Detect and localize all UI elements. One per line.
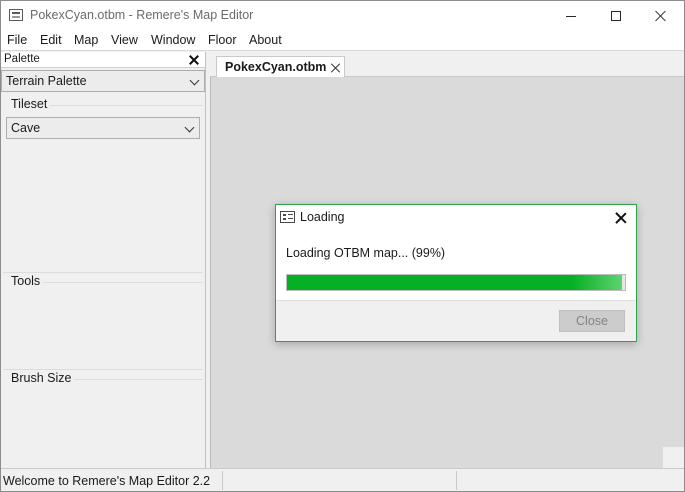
status-bar: Welcome to Remere's Map Editor 2.2 bbox=[1, 468, 684, 491]
menu-floor[interactable]: Floor bbox=[208, 33, 236, 47]
close-window-button[interactable] bbox=[638, 1, 684, 31]
brush-size-divider bbox=[3, 369, 203, 370]
map-tab-bar: PokexCyan.otbm bbox=[210, 52, 684, 77]
minimize-button[interactable] bbox=[548, 1, 594, 31]
close-button[interactable]: Close bbox=[559, 310, 625, 332]
progress-bar bbox=[286, 274, 626, 291]
palette-title: Palette bbox=[4, 53, 40, 65]
menu-about[interactable]: About bbox=[249, 33, 282, 47]
loading-dialog: Loading Loading OTBM map... (99%) Close bbox=[275, 204, 637, 342]
tileset-group-line bbox=[47, 105, 203, 106]
dialog-footer: Close bbox=[276, 300, 636, 341]
menu-view[interactable]: View bbox=[111, 33, 138, 47]
status-separator bbox=[222, 471, 223, 490]
tools-divider bbox=[3, 272, 203, 273]
progress-fill bbox=[287, 275, 622, 290]
status-text: Welcome to Remere's Map Editor 2.2 bbox=[3, 474, 211, 488]
tools-label: Tools bbox=[11, 274, 44, 288]
chevron-down-icon bbox=[184, 122, 195, 133]
brush-size-label: Brush Size bbox=[11, 371, 75, 385]
tools-group-line bbox=[41, 282, 203, 283]
chevron-down-icon bbox=[189, 75, 200, 86]
tileset-select[interactable]: Cave bbox=[6, 117, 200, 139]
status-separator bbox=[456, 471, 457, 490]
app-icon bbox=[9, 9, 23, 21]
palette-header: Palette bbox=[1, 52, 205, 68]
tab-pokexcyan[interactable]: PokexCyan.otbm bbox=[216, 56, 345, 77]
title-bar: PokexCyan.otbm - Remere's Map Editor bbox=[1, 1, 684, 31]
menu-map[interactable]: Map bbox=[74, 33, 98, 47]
menu-file[interactable]: File bbox=[7, 33, 27, 47]
brush-size-group-line bbox=[67, 379, 203, 380]
palette-close-icon[interactable] bbox=[189, 55, 199, 65]
palette-type-value: Terrain Palette bbox=[6, 74, 87, 88]
scroll-corner bbox=[663, 447, 684, 468]
palette-panel: Palette Terrain Palette Tileset Cave Too… bbox=[1, 52, 206, 468]
dialog-list-icon bbox=[280, 211, 295, 223]
palette-type-select[interactable]: Terrain Palette bbox=[1, 70, 205, 92]
maximize-icon bbox=[611, 11, 621, 21]
menu-bar: File Edit Map View Window Floor About bbox=[1, 31, 684, 51]
menu-window[interactable]: Window bbox=[151, 33, 195, 47]
menu-edit[interactable]: Edit bbox=[40, 33, 62, 47]
loading-message: Loading OTBM map... (99%) bbox=[286, 246, 446, 260]
dialog-close-icon[interactable] bbox=[615, 212, 627, 224]
close-button-label: Close bbox=[576, 314, 608, 328]
maximize-button[interactable] bbox=[593, 1, 639, 31]
close-tab-icon[interactable] bbox=[331, 63, 341, 73]
app-window: PokexCyan.otbm - Remere's Map Editor Fil… bbox=[0, 0, 685, 492]
tileset-value: Cave bbox=[11, 121, 41, 135]
window-title: PokexCyan.otbm - Remere's Map Editor bbox=[30, 8, 254, 22]
tab-label: PokexCyan.otbm bbox=[225, 60, 327, 74]
dialog-title: Loading bbox=[300, 210, 345, 224]
minimize-icon bbox=[566, 15, 576, 17]
close-icon bbox=[655, 10, 667, 22]
tileset-label: Tileset bbox=[11, 97, 51, 111]
